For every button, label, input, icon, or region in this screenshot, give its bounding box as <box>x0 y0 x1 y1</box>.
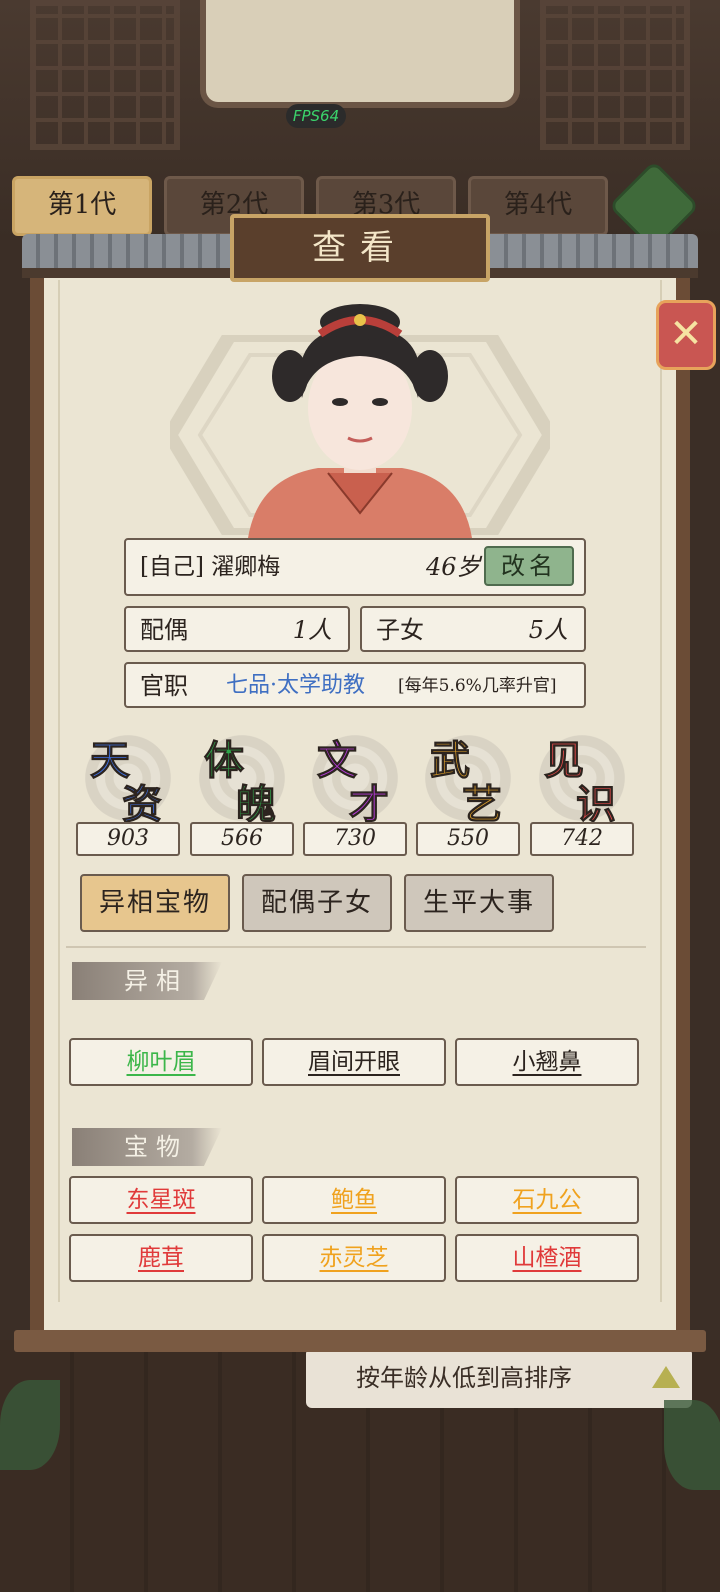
office-row: 官职 七品·太学助教 [每年5.6%几率升官] <box>124 662 586 708</box>
profile-row: [自己] 濯卿梅 46岁 改名 <box>124 538 586 596</box>
trait-tag[interactable]: 眉间开眼 <box>262 1038 446 1086</box>
treasure-tag[interactable]: 赤灵芝 <box>262 1234 446 1282</box>
sort-label: 按年龄从低到高排序 <box>356 1364 572 1392</box>
dialog-base <box>14 1330 706 1352</box>
plant-leaf-left <box>0 1380 60 1470</box>
trait-tag[interactable]: 小翘鼻 <box>455 1038 639 1086</box>
character-age: 46岁 <box>426 553 481 581</box>
tab-spouse-children[interactable]: 配偶子女 <box>242 874 392 932</box>
stat-value: 903 <box>76 822 180 856</box>
generation-tab-1[interactable]: 第1代 <box>12 176 152 236</box>
treasure-tag[interactable]: 东星斑 <box>69 1176 253 1224</box>
treasure-tag[interactable]: 山楂酒 <box>455 1234 639 1282</box>
treasure-tag[interactable]: 石九公 <box>455 1176 639 1224</box>
character-name: 濯卿梅 <box>211 554 281 580</box>
trait-tag[interactable]: 柳叶眉 <box>69 1038 253 1086</box>
section-divider <box>66 938 646 948</box>
sort-bar[interactable]: 按年龄从低到高排序 <box>306 1348 692 1408</box>
spouse-count: 1人 <box>292 616 332 644</box>
stat-value: 566 <box>190 822 294 856</box>
window-lattice-right <box>540 0 690 150</box>
traits-section-title: 异相 <box>72 962 222 1000</box>
character-portrait <box>248 304 472 538</box>
tab-life-events[interactable]: 生平大事 <box>404 874 554 932</box>
spouse-label: 配偶 <box>140 616 188 644</box>
stat-value: 730 <box>303 822 407 856</box>
children-count: 5人 <box>528 616 568 644</box>
children-row: 子女 5人 <box>360 606 586 652</box>
sort-triangle-icon <box>652 1366 680 1388</box>
treasure-tag[interactable]: 鲍鱼 <box>262 1176 446 1224</box>
wall-painting <box>200 0 520 108</box>
treasure-tag[interactable]: 鹿茸 <box>69 1234 253 1282</box>
office-title: 七品·太学助教 <box>226 673 365 698</box>
close-icon: ✕ <box>669 311 703 357</box>
promotion-rate: [每年5.6%几率升官] <box>398 676 557 696</box>
plant-leaf-right <box>664 1400 720 1490</box>
treasures-section-title: 宝物 <box>72 1128 222 1166</box>
fps-counter: FPS64 <box>286 104 346 128</box>
spouse-row: 配偶 1人 <box>124 606 350 652</box>
dialog-title: 查看 <box>230 214 490 282</box>
close-button[interactable]: ✕ <box>656 300 716 370</box>
stat-value: 742 <box>530 822 634 856</box>
stat-value: 550 <box>416 822 520 856</box>
relation-label: [自己] <box>140 554 204 580</box>
office-label: 官职 <box>140 672 188 700</box>
rename-button[interactable]: 改名 <box>484 546 574 586</box>
tab-traits-treasures[interactable]: 异相宝物 <box>80 874 230 932</box>
children-label: 子女 <box>376 616 424 644</box>
window-lattice-left <box>30 0 180 150</box>
